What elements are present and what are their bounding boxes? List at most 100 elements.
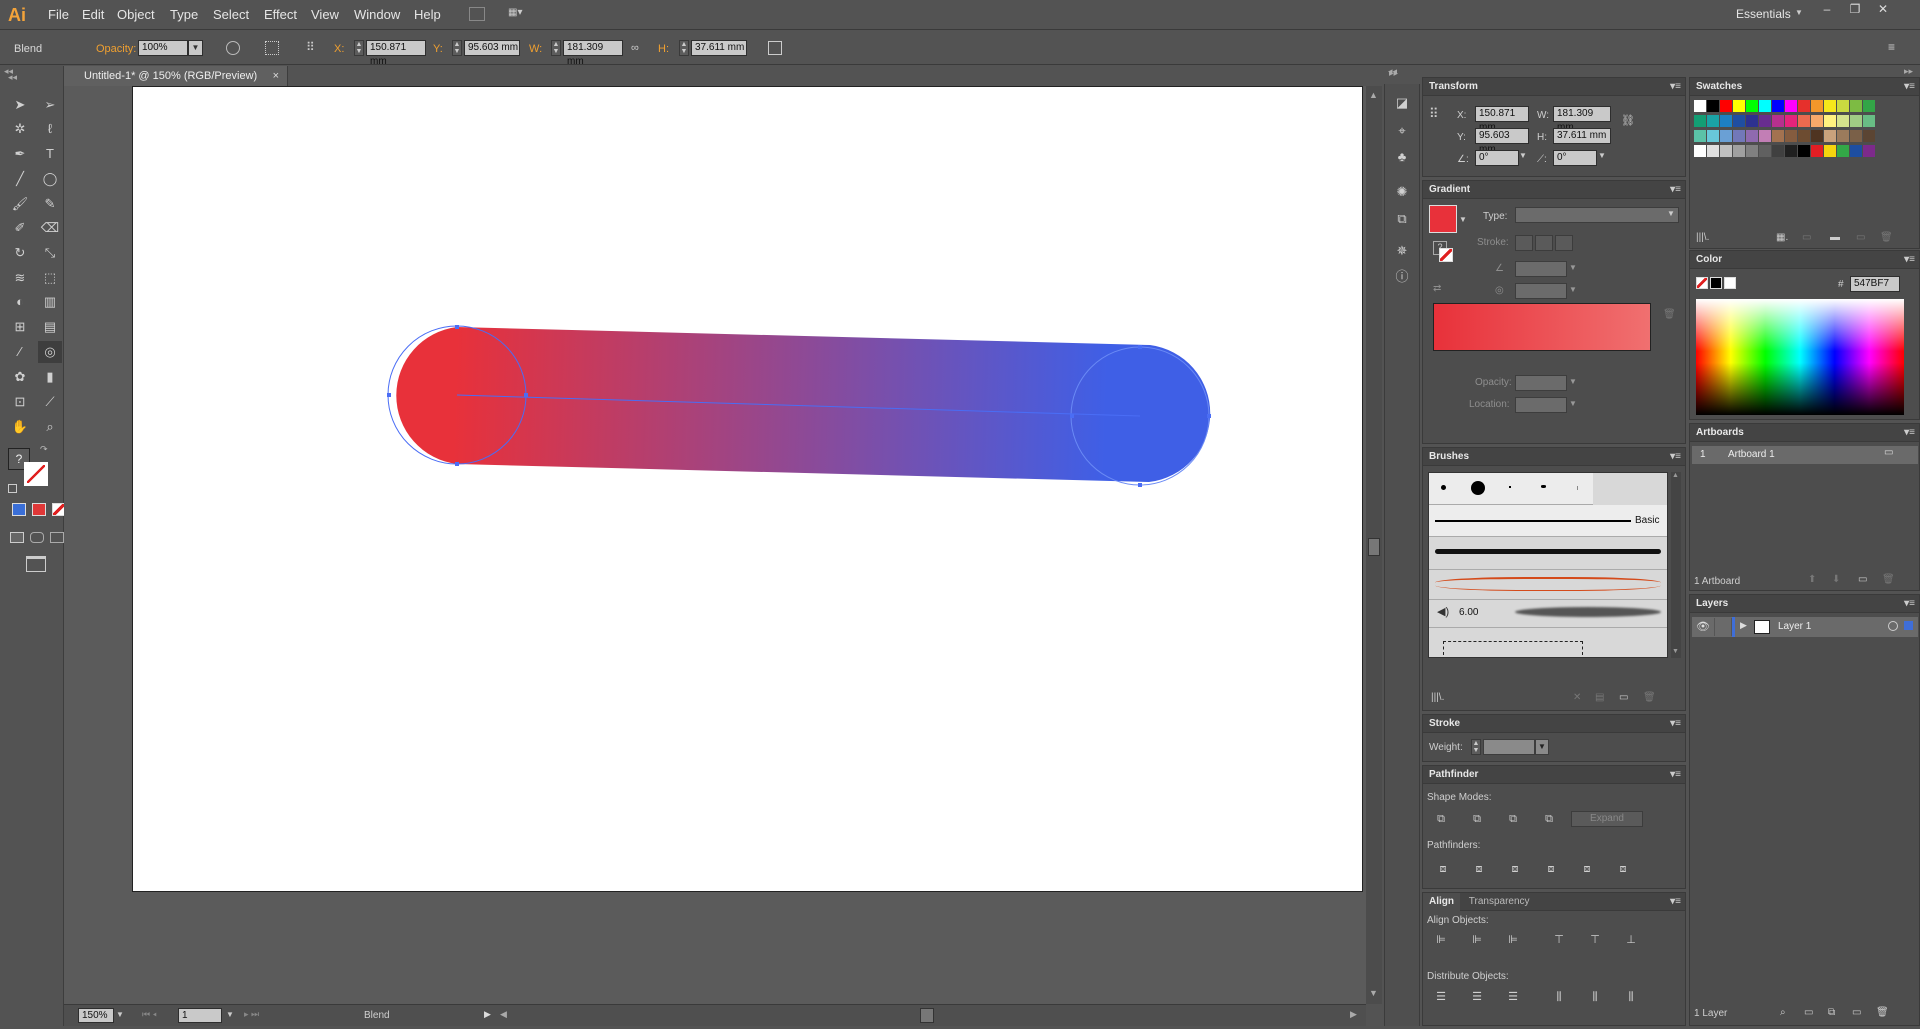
magic-wand-tool-icon[interactable]: ✲ [8, 118, 32, 140]
swatch[interactable] [1746, 145, 1758, 157]
recolor-icon[interactable] [226, 41, 240, 55]
new-brush-icon[interactable]: ▭ [1619, 692, 1628, 703]
swatch-libraries-menu-icon[interactable]: |||\. [1696, 232, 1709, 243]
lock-toggle[interactable] [1714, 618, 1732, 636]
trim-icon[interactable]: ⧈ [1467, 858, 1491, 880]
rotate-tool-icon[interactable]: ↻ [8, 242, 32, 264]
new-color-group-icon[interactable]: ▬ [1830, 232, 1840, 243]
gradient-swatch[interactable] [1429, 205, 1457, 233]
y-stepper[interactable]: ▲ ▼ [452, 40, 462, 56]
bristle-brush-stroke[interactable] [1515, 607, 1661, 617]
divide-icon[interactable]: ⧈ [1431, 858, 1455, 880]
distribute-right-icon[interactable]: ⫼ [1619, 986, 1643, 1008]
weight-dropdown-icon[interactable]: ▼ [1535, 739, 1549, 755]
swatch[interactable] [1733, 100, 1745, 112]
gradient-type-select[interactable] [1515, 207, 1679, 223]
target-icon[interactable] [1888, 621, 1898, 631]
selection-tool-icon[interactable]: ➤ [8, 94, 32, 116]
swatch[interactable] [1707, 115, 1719, 127]
swatch[interactable] [1746, 100, 1758, 112]
close-button[interactable]: ✕ [1872, 2, 1894, 16]
swatch[interactable] [1694, 145, 1706, 157]
stroke-along-icon[interactable] [1535, 235, 1553, 251]
swatch[interactable] [1772, 145, 1784, 157]
swatch[interactable] [1707, 100, 1719, 112]
swatch[interactable] [1785, 100, 1797, 112]
stroke-swatch-icon[interactable] [24, 462, 48, 486]
gradient-location-field[interactable] [1515, 397, 1567, 413]
remove-brush-stroke-icon[interactable]: ✕ [1573, 692, 1581, 703]
expand-button[interactable]: Expand [1571, 811, 1643, 827]
unite-icon[interactable]: ⧉ [1429, 808, 1453, 830]
swatch[interactable] [1772, 115, 1784, 127]
menu-type[interactable]: Type [166, 6, 202, 24]
dock-collapse-icon[interactable]: ▸▸ [1904, 66, 1913, 77]
transform-y-field[interactable]: 95.603 mm [1475, 128, 1529, 155]
intersect-icon[interactable]: ⧉ [1501, 808, 1525, 830]
menu-object[interactable]: Object [113, 6, 159, 24]
swatch[interactable] [1824, 145, 1836, 157]
swatch[interactable] [1785, 115, 1797, 127]
gradient-angle-field[interactable] [1515, 261, 1567, 277]
swatch[interactable] [1850, 145, 1862, 157]
brush-dot-oval[interactable] [1541, 485, 1546, 488]
swatch[interactable] [1746, 130, 1758, 142]
info-icon[interactable]: ⓘ [1390, 266, 1414, 288]
swatch[interactable] [1837, 115, 1849, 127]
rotate-field[interactable]: 0° [1475, 150, 1519, 166]
swatch[interactable] [1837, 130, 1849, 142]
panel-menu-icon[interactable]: ▾≡ [1670, 181, 1681, 199]
default-colors-icon[interactable] [8, 484, 17, 493]
delete-stop-icon[interactable]: 🗑 [1663, 309, 1676, 320]
brush-dot-large[interactable] [1471, 481, 1485, 495]
brushes-scrollbar[interactable]: ▲ ▼ [1671, 472, 1681, 658]
border-brush-stroke[interactable] [1443, 641, 1583, 655]
gradient-panel-header[interactable]: Gradient ▾≡ [1423, 181, 1685, 199]
merge-icon[interactable]: ⧈ [1503, 858, 1527, 880]
pathfinder-panel-header[interactable]: Pathfinder ▾≡ [1423, 766, 1685, 784]
transform-icon[interactable] [768, 41, 782, 55]
arrow-brush-stroke[interactable] [1435, 577, 1661, 591]
shear-field[interactable]: 0° [1553, 150, 1597, 166]
w-field[interactable]: 181.309 mm [563, 40, 623, 67]
panel-collapse-icon[interactable]: ◂◂ [4, 66, 13, 77]
menu-select[interactable]: Select [209, 6, 253, 24]
panel-menu-icon[interactable]: ▾≡ [1904, 251, 1915, 269]
constrain-proportions-icon[interactable]: ⛓ [1621, 114, 1635, 127]
shape-builder-tool-icon[interactable]: ◐ [8, 291, 32, 313]
swatch[interactable] [1837, 145, 1849, 157]
panel-menu-icon[interactable]: ▾≡ [1670, 448, 1681, 466]
swatch[interactable] [1733, 130, 1745, 142]
ellipse-tool-icon[interactable]: ◯ [38, 168, 62, 190]
table-row[interactable]: 👁 ▶ Layer 1 [1692, 617, 1918, 637]
mesh-tool-icon[interactable]: ⊞ [8, 316, 32, 338]
pen-tool-icon[interactable]: ✒ [8, 143, 32, 165]
artboard-number-field[interactable]: 1 [178, 1008, 222, 1023]
swatch[interactable] [1850, 115, 1862, 127]
artboard-tool-icon[interactable]: ⊡ [8, 391, 32, 413]
clipping-mask-icon[interactable]: ▭ [1804, 1007, 1813, 1018]
x-field[interactable]: 150.871 mm [366, 40, 426, 67]
swatch[interactable] [1824, 115, 1836, 127]
aspect-dropdown-icon[interactable]: ▼ [1569, 285, 1577, 294]
graphic-styles-icon[interactable]: ✺ [1390, 181, 1414, 203]
swatch[interactable] [1863, 145, 1875, 157]
distribute-bottom-icon[interactable]: ☰ [1501, 986, 1525, 1008]
status-text[interactable]: Blend [364, 1010, 390, 1021]
swatch[interactable] [1850, 130, 1862, 142]
brushes-panel-header[interactable]: Brushes ▾≡ [1423, 448, 1685, 466]
swatch[interactable] [1733, 145, 1745, 157]
menu-window[interactable]: Window [350, 6, 404, 24]
location-dropdown-icon[interactable]: ▼ [1569, 399, 1577, 408]
menu-view[interactable]: View [307, 6, 343, 24]
swatch[interactable] [1720, 145, 1732, 157]
h-field[interactable]: 37.611 mm [691, 40, 747, 56]
panel-menu-icon[interactable]: ▾≡ [1904, 424, 1915, 442]
horizontal-scroll-thumb[interactable] [920, 1008, 934, 1023]
minus-back-icon[interactable]: ⧈ [1611, 858, 1635, 880]
eye-icon[interactable]: 👁 [1696, 620, 1710, 633]
swatch[interactable] [1824, 100, 1836, 112]
swatch[interactable] [1720, 130, 1732, 142]
charcoal-brush-stroke[interactable] [1435, 549, 1661, 554]
scroll-down-icon[interactable]: ▼ [1369, 988, 1378, 998]
